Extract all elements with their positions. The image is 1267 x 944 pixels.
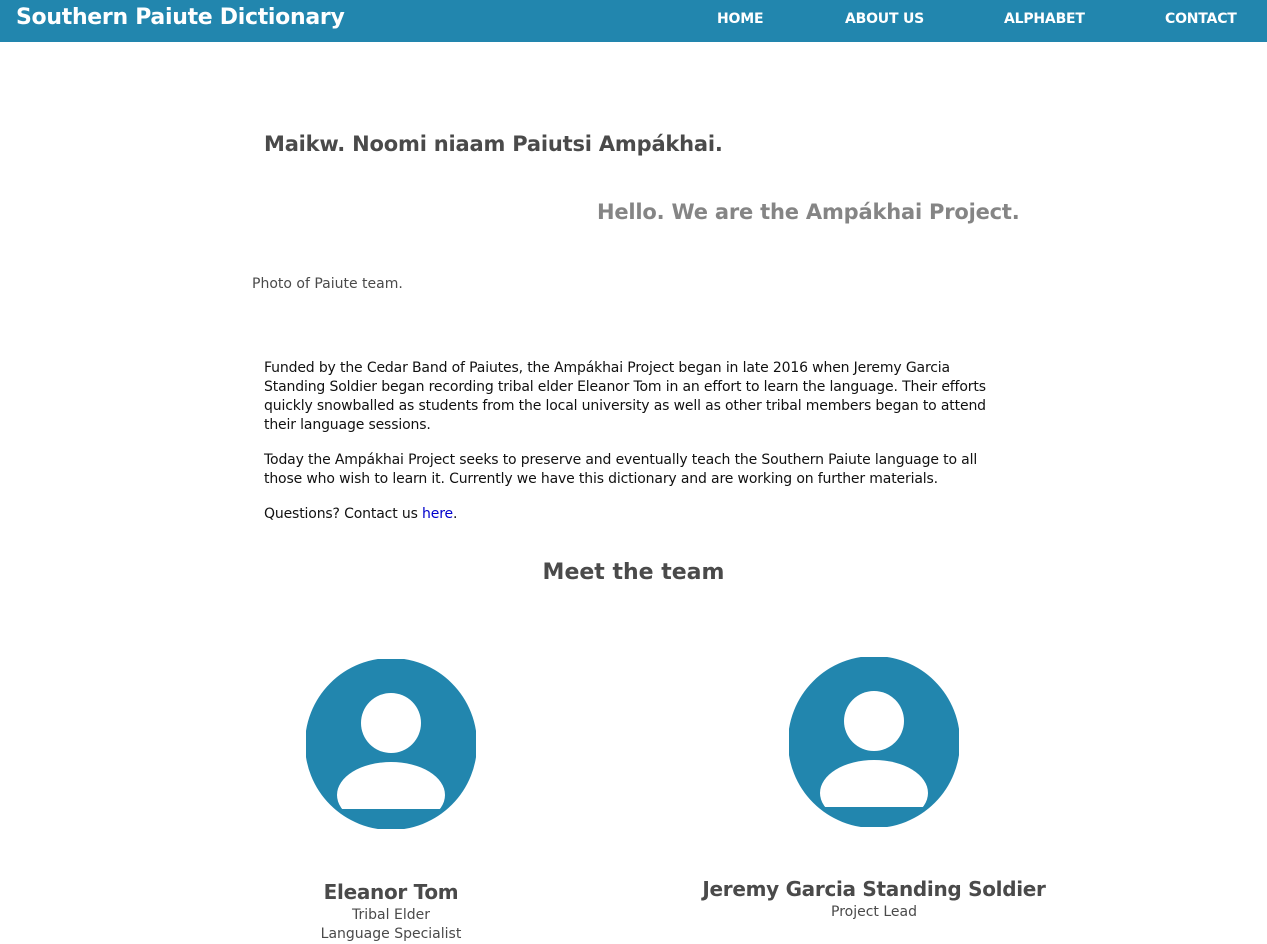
contact-line: Questions? Contact us here. [264, 505, 1012, 524]
english-greeting-heading: Hello. We are the Ampákhai Project. [597, 200, 1020, 224]
contact-here-link[interactable]: here [422, 506, 453, 522]
paiute-greeting-heading: Maikw. Noomi niaam Paiutsi Ampákhai. [264, 132, 723, 156]
team-photo-alt-text: Photo of Paiute team. [252, 276, 403, 292]
contact-suffix-text: . [452, 506, 458, 522]
member-name: Jeremy Garcia Standing Soldier [702, 877, 1046, 901]
nav-link-home[interactable]: HOME [717, 11, 764, 27]
member-role: Project Lead [831, 904, 917, 920]
about-paragraph-history: Funded by the Cedar Band of Paiutes, the… [264, 360, 986, 433]
navbar: Southern Paiute Dictionary HOME ABOUT US… [0, 0, 1267, 42]
nav-link-contact[interactable]: CONTACT [1165, 11, 1237, 27]
member-role: Language Specialist [320, 926, 462, 942]
member-role: Tribal Elder [352, 907, 430, 923]
nav-link-about-us[interactable]: ABOUT US [845, 11, 924, 27]
user-avatar-icon [306, 659, 476, 829]
user-avatar-icon [789, 657, 959, 827]
member-name: Eleanor Tom [323, 880, 459, 904]
contact-prefix-text: Questions? Contact us [264, 506, 423, 522]
site-title[interactable]: Southern Paiute Dictionary [16, 5, 345, 30]
nav-link-alphabet[interactable]: ALPHABET [1004, 11, 1085, 27]
about-paragraph-mission: Today the Ampákhai Project seeks to pres… [264, 452, 978, 487]
meet-the-team-heading: Meet the team [542, 560, 725, 585]
